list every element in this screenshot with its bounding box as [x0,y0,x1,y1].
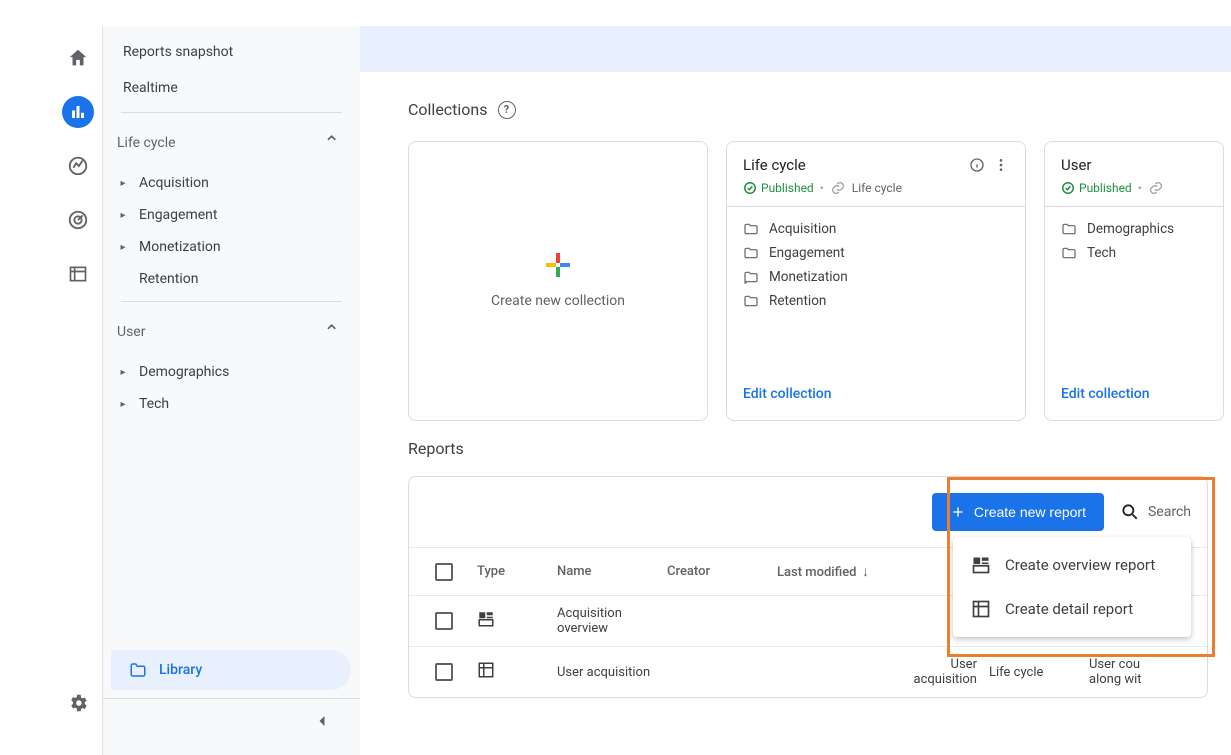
edit-collection-link[interactable]: Edit collection [1061,386,1150,402]
chevron-up-icon: ⌃ [323,320,340,344]
row-name: User acquisition [557,665,667,680]
reports-heading: Reports [408,439,1231,458]
menu-create-detail[interactable]: Create detail report [953,587,1191,631]
edit-collection-link[interactable]: Edit collection [743,386,832,402]
nav-section-label: User [117,324,145,340]
collection-topic: Demographics [1061,221,1207,237]
overview-report-icon [971,555,991,575]
caret-right-icon: ▸ [117,210,129,221]
row-template: User acquisition [897,657,989,687]
collection-topic: Acquisition [743,221,1009,237]
collections-cards: Create new collection Life cycle Publis [408,141,1231,421]
folder-icon [743,221,759,237]
reports-nav: Reports snapshot Realtime Life cycle ⌃ ▸… [102,26,360,755]
folder-icon [743,269,759,285]
overview-report-icon [477,610,557,632]
nav-section-life-cycle[interactable]: Life cycle ⌃ [103,119,360,167]
nav-library-label: Library [159,662,202,678]
card-title: User [1061,156,1207,174]
nav-section-label: Life cycle [117,135,176,151]
advertising-icon[interactable] [62,204,94,236]
create-report-button[interactable]: Create new report [932,493,1104,531]
card-status: Published • Life cycle [743,180,1009,196]
collections-heading: Collections ? [408,100,1231,119]
row-collection: Life cycle [989,665,1089,680]
nav-child-retention[interactable]: ▸ Retention [103,263,360,295]
nav-realtime[interactable]: Realtime [103,70,360,106]
configure-icon[interactable] [62,258,94,290]
nav-child-tech[interactable]: ▸ Tech [103,388,360,420]
nav-library[interactable]: Library [111,650,351,690]
col-name[interactable]: Name [557,564,667,579]
folder-icon [743,245,759,261]
collection-topic: Engagement [743,245,1009,261]
search-input[interactable]: Search [1120,502,1191,522]
create-report-menu: Create overview report Create detail rep… [953,537,1191,637]
more-icon[interactable] [993,157,1009,173]
main-content: Collections ? Create new collection [360,26,1231,755]
icon-rail [54,26,102,755]
row-checkbox[interactable] [435,663,453,681]
reports-table: Create new report Search Type Name Creat… [408,476,1208,698]
search-icon [1120,502,1140,522]
collection-topic: Retention [743,293,1009,309]
caret-right-icon: ▸ [117,178,129,189]
col-type[interactable]: Type [477,564,557,579]
row-checkbox[interactable] [435,612,453,630]
plus-icon [546,253,570,277]
nav-reports-snapshot[interactable]: Reports snapshot [103,34,360,70]
nav-section-user[interactable]: User ⌃ [103,308,360,356]
folder-icon [1061,245,1077,261]
folder-icon [129,661,147,679]
sort-desc-icon: ↓ [859,564,869,580]
settings-icon[interactable] [62,687,94,719]
plus-icon [950,504,966,520]
nav-child-acquisition[interactable]: ▸ Acquisition [103,167,360,199]
check-circle-icon [743,181,757,195]
help-icon[interactable]: ? [498,101,516,119]
nav-child-demographics[interactable]: ▸ Demographics [103,356,360,388]
link-icon [830,180,846,196]
chevron-left-icon [312,711,332,731]
folder-icon [743,293,759,309]
collection-topic: Tech [1061,245,1207,261]
nav-child-monetization[interactable]: ▸ Monetization [103,231,360,263]
col-last-modified[interactable]: Last modified ↓ [777,563,897,580]
detail-report-icon [971,599,991,619]
caret-right-icon: ▸ [117,399,129,410]
explore-icon[interactable] [62,150,94,182]
nav-collapse[interactable] [103,698,360,747]
card-title: Life cycle [743,156,961,174]
table-row[interactable]: User acquisition User acquisition Life c… [409,646,1207,697]
create-collection-card[interactable]: Create new collection [408,141,708,421]
check-circle-icon [1061,181,1075,195]
collection-topic: Monetization [743,269,1009,285]
caret-right-icon: ▸ [117,242,129,253]
create-collection-label: Create new collection [491,293,625,309]
row-name: Acquisition overview [557,606,667,636]
menu-create-overview[interactable]: Create overview report [953,543,1191,587]
info-icon[interactable] [969,157,985,173]
folder-icon [1061,221,1077,237]
home-icon[interactable] [62,42,94,74]
collection-card-life-cycle: Life cycle Published • Life cycle [726,141,1026,421]
caret-right-icon: ▸ [117,367,129,378]
row-description: User cou along wit [1089,657,1199,687]
select-all-checkbox[interactable] [435,563,453,581]
link-icon [1148,180,1164,196]
col-creator[interactable]: Creator [667,564,777,579]
reports-icon[interactable] [62,96,94,128]
hero-banner [360,26,1231,72]
nav-child-engagement[interactable]: ▸ Engagement [103,199,360,231]
chevron-up-icon: ⌃ [323,131,340,155]
card-status: Published • [1061,180,1207,196]
detail-report-icon [477,661,557,683]
collection-card-user: User Published • Demographics [1044,141,1224,421]
